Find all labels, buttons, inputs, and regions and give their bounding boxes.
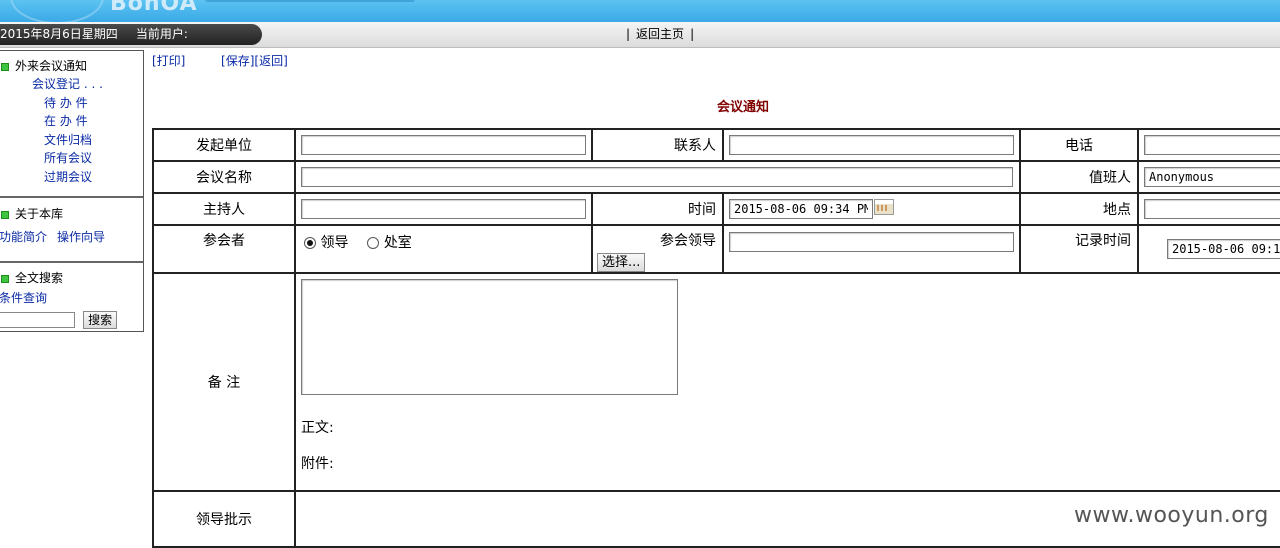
leaders-label-cell: 参会领导 选择...: [591, 224, 724, 274]
sidebar-section-title: 全文搜索: [0, 269, 143, 287]
bullet-icon: [1, 210, 9, 219]
about-links: 功能简介 操作向导: [0, 226, 143, 248]
remarks-cell: 正文: 附件:: [294, 272, 1280, 492]
current-date: 2015年8月6日星期四: [0, 27, 118, 41]
sidebar-item-expired[interactable]: 过期会议: [0, 168, 143, 187]
phone-input[interactable]: [1144, 135, 1280, 155]
operation-guide-link[interactable]: 操作向导: [57, 230, 105, 244]
remarks-label: 备 注: [152, 272, 296, 492]
bullet-icon: [1, 274, 9, 283]
leaders-label: 参会领导: [660, 233, 716, 249]
calendar-icon[interactable]: [874, 199, 894, 215]
sidebar-item-all-meetings[interactable]: 所有会议: [0, 149, 143, 168]
attendees-label: 参会者: [152, 224, 296, 274]
toolbar: [打印] [保存][返回]: [152, 52, 288, 69]
record-time-input[interactable]: [1167, 239, 1280, 259]
place-label: 地点: [1019, 192, 1139, 226]
bullet-icon: [1, 62, 9, 71]
meeting-name-label: 会议名称: [152, 160, 296, 194]
select-button[interactable]: 选择...: [597, 253, 646, 272]
condition-query-row: 条件查询: [0, 287, 143, 309]
logo-tagline: [205, 0, 415, 2]
leaders-input[interactable]: [729, 232, 1014, 252]
phone-label: 电话: [1019, 128, 1139, 162]
sidebar-section-title: 关于本库: [0, 205, 143, 223]
current-user-label: 当前用户:: [135, 27, 188, 41]
radio-office[interactable]: [367, 237, 380, 249]
feature-intro-link[interactable]: 功能简介: [0, 230, 47, 244]
sidebar-item-pending[interactable]: 待 办 件: [0, 94, 143, 113]
body-label: 正文:: [301, 420, 334, 436]
record-time-label: 记录时间: [1019, 224, 1139, 274]
meeting-form: 发起单位 联系人 电话 会议名称 值班人 主持人 时间 地点 参会者 领导 处室…: [152, 128, 1280, 548]
sidebar-section-search: 全文搜索 条件查询 搜索: [0, 269, 143, 349]
time-label: 时间: [591, 192, 724, 226]
contact-input[interactable]: [729, 135, 1014, 155]
header-banner: BohOA: [0, 0, 1280, 22]
radio-leader[interactable]: [304, 237, 316, 249]
condition-query-link[interactable]: 条件查询: [0, 291, 47, 305]
form-title: 会议通知: [717, 100, 770, 115]
home-nav: | 返回主页 |: [626, 27, 695, 41]
attachment-label: 附件:: [301, 456, 334, 472]
contact-label: 联系人: [591, 128, 724, 162]
remarks-textarea[interactable]: [301, 279, 678, 395]
date-user-pill: 2015年8月6日星期四 当前用户:: [0, 24, 262, 45]
sidebar: 外来会议通知 会议登记 . . . 待 办 件 在 办 件 文件归档 所有会议 …: [0, 50, 144, 332]
org-input[interactable]: [301, 135, 586, 155]
sidebar-item-in-progress[interactable]: 在 办 件: [0, 112, 143, 131]
search-button[interactable]: 搜索: [83, 311, 118, 329]
sidebar-section-about: 关于本库 功能简介 操作向导: [0, 205, 143, 263]
duty-input[interactable]: [1144, 167, 1280, 187]
search-row: 搜索: [0, 309, 143, 333]
save-link[interactable]: [保存]: [221, 54, 254, 68]
app-logo: BohOA: [110, 0, 198, 16]
org-label: 发起单位: [152, 128, 296, 162]
attendee-options: 领导 处室: [294, 224, 593, 274]
radio-office-label: 处室: [383, 235, 412, 251]
back-link[interactable]: [返回]: [254, 54, 287, 68]
sidebar-section-title: 外来会议通知: [0, 57, 143, 75]
radio-leader-label: 领导: [320, 235, 349, 251]
place-input[interactable]: [1144, 199, 1280, 219]
sidebar-item-archive[interactable]: 文件归档: [0, 131, 143, 150]
status-bar: 2015年8月6日星期四 当前用户: | 返回主页 |: [0, 22, 1280, 48]
duty-label: 值班人: [1019, 160, 1139, 194]
host-input[interactable]: [301, 199, 586, 219]
return-home-link[interactable]: 返回主页: [630, 27, 690, 41]
watermark: www.wooyun.org: [1074, 503, 1269, 528]
host-label: 主持人: [152, 192, 296, 226]
instructions-label: 领导批示: [152, 490, 296, 548]
logo-globe-icon: [10, 0, 104, 22]
print-link[interactable]: [打印]: [152, 54, 185, 68]
time-input[interactable]: [729, 199, 873, 219]
sidebar-section-meetings: 外来会议通知 会议登记 . . . 待 办 件 在 办 件 文件归档 所有会议 …: [0, 57, 143, 198]
sidebar-item-register[interactable]: 会议登记 . . .: [0, 75, 143, 94]
search-input[interactable]: [0, 312, 75, 328]
meeting-name-input[interactable]: [301, 167, 1013, 187]
